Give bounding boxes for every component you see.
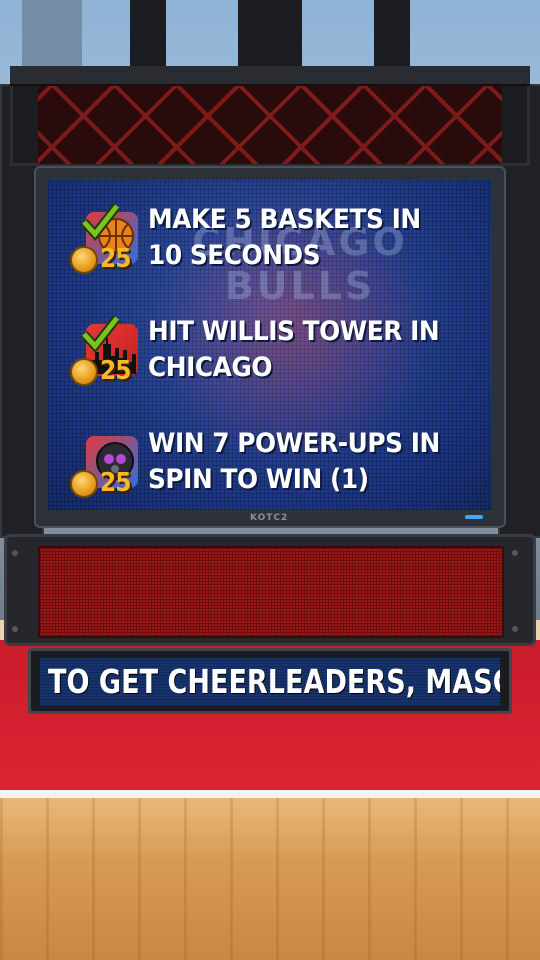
mission-title: WIN 7 POWER-UPS IN SPIN TO WIN (1) (148, 428, 440, 495)
arena-pillar-center (238, 0, 302, 70)
scoreboard-top-bar (10, 66, 530, 86)
hardwood-floor (0, 798, 540, 960)
bolt (512, 550, 518, 556)
ticker-board: TO GET CHEERLEADERS, MASCOTS (40, 658, 500, 706)
mission-reward: 25 (100, 244, 132, 274)
court-line (0, 790, 540, 798)
mission-title: HIT WILLIS TOWER IN CHICAGO (148, 316, 440, 383)
background-building (22, 0, 82, 70)
red-led-board (38, 546, 504, 638)
scoreboard-lattice (38, 86, 502, 164)
coin-icon (70, 470, 98, 498)
ticker-text: TO GET CHEERLEADERS, MASCOTS (48, 662, 500, 701)
mission-item: 25 WIN 7 POWER-UPS IN SPIN TO WIN (1) (68, 428, 468, 528)
mission-title: MAKE 5 BASKETS IN 10 SECONDS (148, 204, 421, 271)
arena-pillar-right (374, 0, 410, 70)
mission-item: 25 MAKE 5 BASKETS IN 10 SECONDS (68, 203, 468, 304)
bolt (512, 626, 518, 632)
mission-reward: 25 (100, 356, 132, 386)
coin-icon (70, 358, 98, 386)
bolt (12, 550, 18, 556)
bolt (12, 626, 18, 632)
arena-pillar-left (130, 0, 166, 70)
coin-icon (70, 246, 98, 274)
mission-reward: 25 (100, 468, 132, 498)
mission-item: 25 HIT WILLIS TOWER IN CHICAGO (68, 315, 468, 416)
